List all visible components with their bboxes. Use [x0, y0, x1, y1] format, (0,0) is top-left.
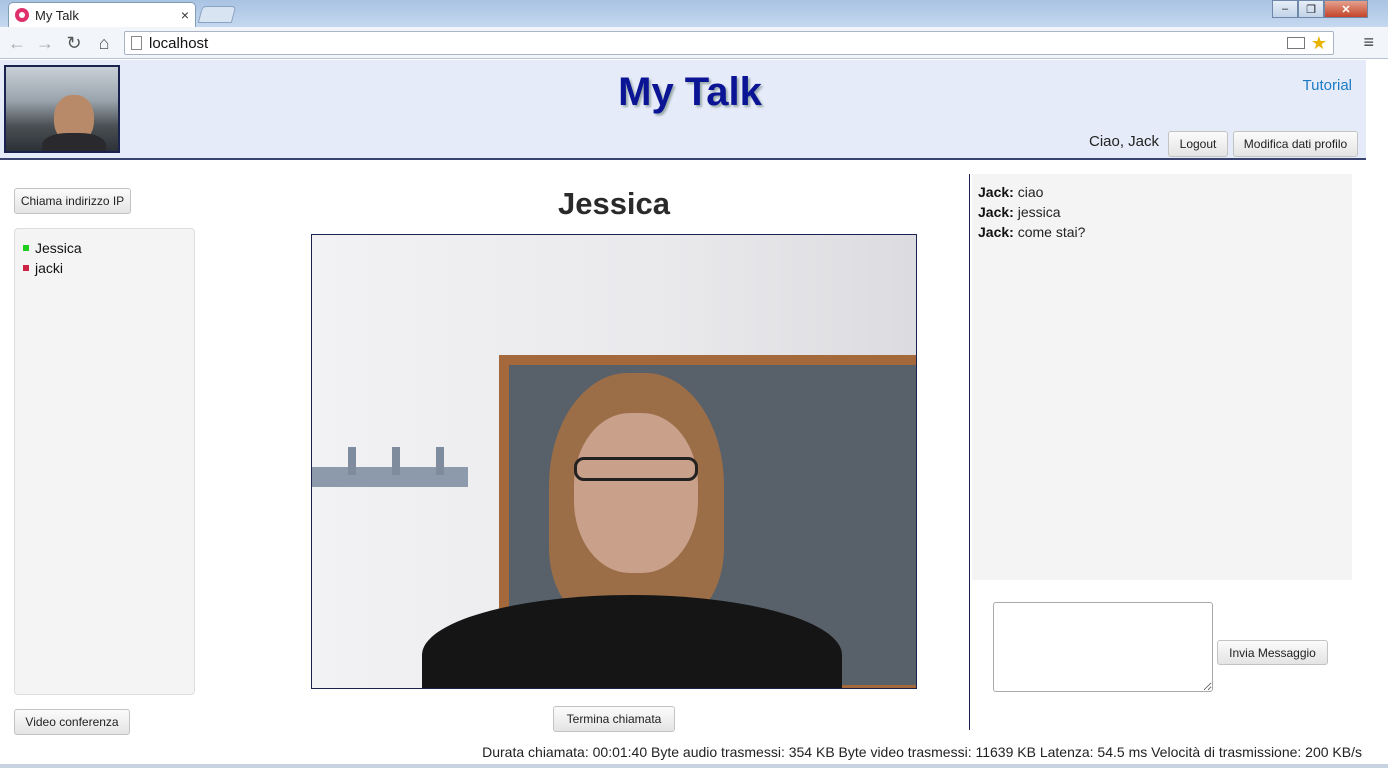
- chat-message: Jack: come stai?: [978, 222, 1346, 242]
- chat-message: Jack: jessica: [978, 202, 1346, 222]
- chat-text: come stai?: [1017, 224, 1086, 240]
- reload-icon[interactable]: ↻: [63, 32, 85, 54]
- video-coat-rack: [312, 467, 468, 487]
- offline-status-icon: [23, 265, 29, 271]
- app-title: My Talk: [618, 70, 762, 114]
- menu-icon[interactable]: ≡: [1363, 32, 1374, 53]
- contact-item-jessica[interactable]: Jessica: [15, 238, 194, 258]
- video-person-glasses: [574, 457, 698, 481]
- page-icon: [131, 36, 142, 50]
- user-greeting: Ciao, Jack: [1089, 133, 1160, 150]
- chat-text: ciao: [1017, 184, 1044, 200]
- camera-icon[interactable]: [1286, 37, 1305, 49]
- home-icon[interactable]: ⌂: [93, 32, 115, 54]
- app-header: My Talk Tutorial Ciao, Jack Logout Modif…: [0, 60, 1366, 160]
- chat-log: Jack: ciao Jack: jessica Jack: come stai…: [972, 174, 1352, 580]
- chat-message-input[interactable]: [993, 602, 1213, 692]
- callee-name: Jessica: [557, 186, 671, 221]
- chat-sender: Jack:: [978, 224, 1014, 240]
- browser-toolbar: ← → ↻ ⌂ localhost ★ ≡: [0, 27, 1388, 59]
- contact-name: Jessica: [35, 240, 82, 256]
- tutorial-link[interactable]: Tutorial: [1303, 77, 1352, 94]
- contact-item-jacki[interactable]: jacki: [15, 258, 194, 278]
- new-tab-button[interactable]: [197, 6, 237, 23]
- chat-divider: [969, 174, 970, 730]
- bookmark-star-icon[interactable]: ★: [1311, 34, 1327, 52]
- contact-list: Jessica jacki: [14, 228, 195, 695]
- url-text: localhost: [149, 34, 209, 52]
- end-call-button[interactable]: Termina chiamata: [553, 706, 675, 732]
- video-conference-button[interactable]: Video conferenza: [14, 709, 130, 735]
- mytalk-favicon-icon: [15, 8, 29, 22]
- send-message-button[interactable]: Invia Messaggio: [1217, 640, 1328, 665]
- chat-sender: Jack:: [978, 204, 1014, 220]
- video-hook: [436, 447, 444, 475]
- back-arrow-icon[interactable]: ←: [6, 32, 28, 54]
- chat-text: jessica: [1017, 204, 1061, 220]
- video-hook: [392, 447, 400, 475]
- video-hook: [348, 447, 356, 475]
- window-controls: – ❐ ✕: [1272, 0, 1368, 18]
- video-person-face: [574, 413, 698, 573]
- minimize-button[interactable]: –: [1272, 0, 1298, 18]
- window-bottom-border: [0, 764, 1388, 768]
- forward-arrow-icon[interactable]: →: [34, 32, 56, 54]
- edit-profile-button[interactable]: Modifica dati profilo: [1233, 131, 1358, 157]
- browser-tab-bar: My Talk × – ❐ ✕: [0, 0, 1388, 27]
- tab-close-icon[interactable]: ×: [181, 7, 189, 23]
- address-bar[interactable]: localhost ★: [124, 31, 1334, 55]
- restore-button[interactable]: ❐: [1298, 0, 1324, 18]
- online-status-icon: [23, 245, 29, 251]
- call-statistics: Durata chiamata: 00:01:40 Byte audio tra…: [482, 744, 1362, 760]
- call-ip-button[interactable]: Chiama indirizzo IP: [14, 188, 131, 214]
- self-video-body: [42, 133, 106, 151]
- logout-button[interactable]: Logout: [1168, 131, 1228, 157]
- contact-name: jacki: [35, 260, 64, 276]
- tab-title: My Talk: [35, 7, 79, 23]
- browser-tab[interactable]: My Talk ×: [8, 2, 196, 27]
- remote-video: [311, 234, 917, 689]
- chat-message: Jack: ciao: [978, 182, 1346, 202]
- chat-sender: Jack:: [978, 184, 1014, 200]
- window-close-button[interactable]: ✕: [1324, 0, 1368, 18]
